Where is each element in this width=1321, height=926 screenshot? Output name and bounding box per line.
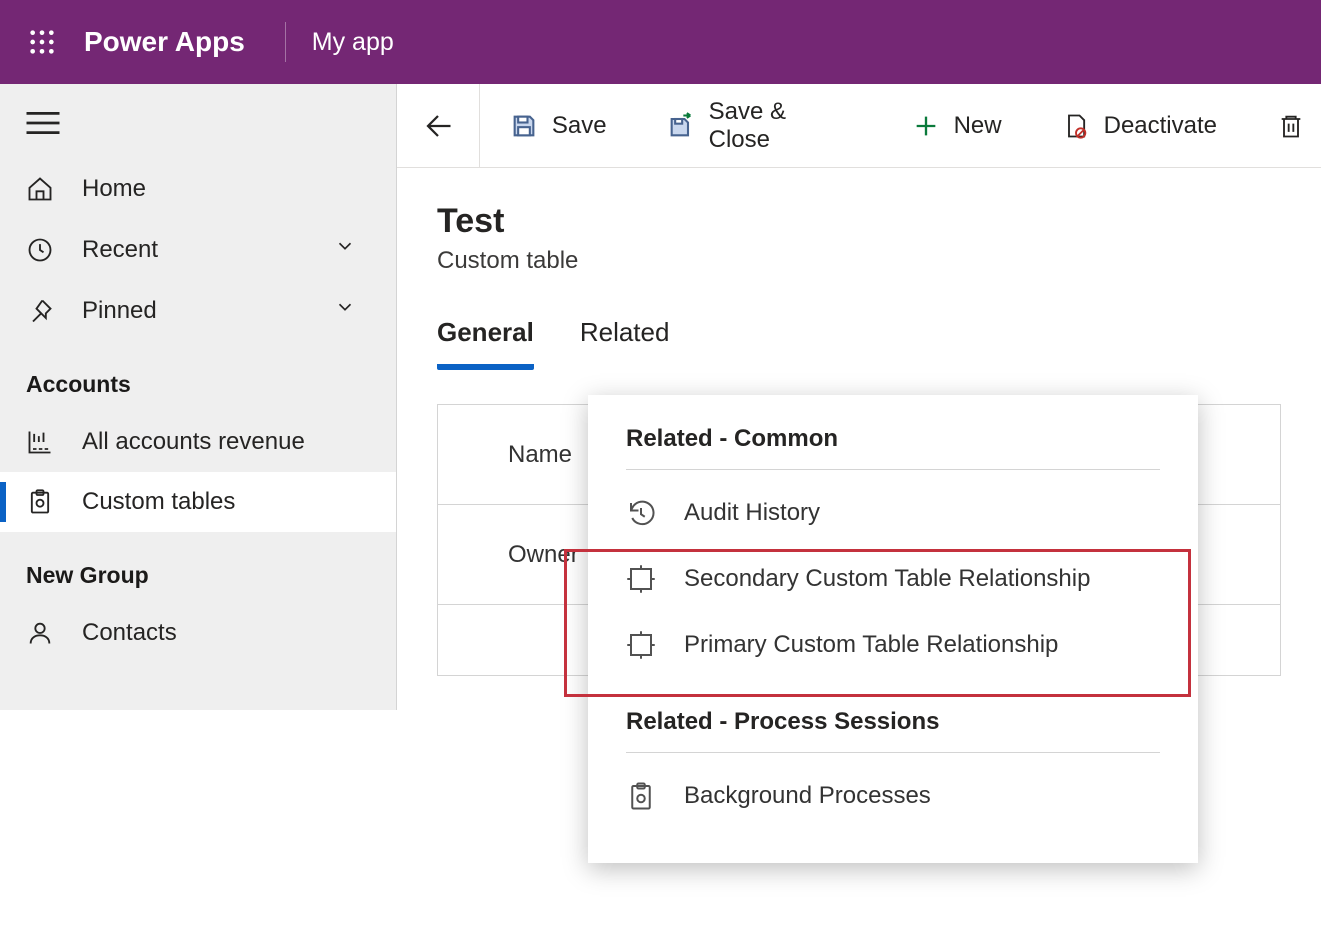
button-label: Save & Close (709, 98, 852, 154)
record-subtitle: Custom table (437, 247, 1281, 275)
app-launcher-button[interactable] (0, 0, 84, 84)
header-divider (285, 22, 286, 62)
chart-icon (26, 428, 54, 456)
flyout-background-processes[interactable]: Background Processes (626, 763, 1160, 829)
trash-icon (1277, 112, 1305, 140)
record-title: Test (437, 202, 1281, 241)
top-bar: Power Apps My app (0, 0, 1321, 84)
button-label: Deactivate (1104, 112, 1217, 140)
new-button[interactable]: New (882, 84, 1032, 167)
deactivate-icon (1062, 112, 1090, 140)
puzzle-icon (626, 564, 656, 594)
flyout-item-label: Background Processes (684, 782, 931, 810)
flyout-section-header: Related - Common (626, 425, 1160, 470)
save-button[interactable]: Save (480, 84, 637, 167)
nav-label: All accounts revenue (82, 428, 305, 456)
button-label: New (954, 112, 1002, 140)
save-close-icon (667, 112, 695, 140)
save-and-close-button[interactable]: Save & Close (637, 84, 882, 167)
main-area: Save Save & Close New Deactivate Test Cu… (397, 84, 1321, 710)
waffle-icon (28, 28, 56, 56)
flyout-item-label: Audit History (684, 499, 820, 527)
puzzle-icon (626, 630, 656, 660)
chevron-down-icon (334, 235, 356, 257)
flyout-section-header: Related - Process Sessions (626, 708, 1160, 753)
history-icon (626, 498, 656, 528)
tab-list: General Related (437, 317, 1281, 370)
back-button[interactable] (397, 84, 480, 167)
nav-all-accounts-revenue[interactable]: All accounts revenue (0, 412, 396, 472)
plus-icon (912, 112, 940, 140)
pin-icon (26, 297, 54, 325)
clock-icon (26, 236, 54, 264)
nav-group-header: Accounts (0, 341, 396, 412)
field-label: Owner (508, 541, 579, 569)
flyout-audit-history[interactable]: Audit History (626, 480, 1160, 546)
nav-label: Custom tables (82, 488, 235, 516)
clipboard-icon (26, 488, 54, 516)
brand-name[interactable]: Power Apps (84, 26, 285, 58)
deactivate-button[interactable]: Deactivate (1032, 84, 1247, 167)
hamburger-icon (26, 112, 60, 134)
nav-label: Recent (82, 236, 158, 264)
nav-pinned[interactable]: Pinned (0, 280, 396, 341)
nav-label: Contacts (82, 619, 177, 647)
nav-label: Home (82, 175, 146, 203)
nav-group-header: New Group (0, 532, 396, 603)
person-icon (26, 619, 54, 647)
delete-button[interactable] (1247, 84, 1321, 167)
command-bar: Save Save & Close New Deactivate (397, 84, 1321, 168)
field-label: Name (508, 441, 572, 469)
nav-home[interactable]: Home (0, 159, 396, 219)
save-icon (510, 112, 538, 140)
back-arrow-icon (423, 111, 453, 141)
app-name[interactable]: My app (312, 28, 394, 57)
left-sidebar: Home Recent Pinned Accounts All accounts… (0, 84, 397, 710)
related-flyout: Related - Common Audit History Secondary… (588, 395, 1198, 863)
flyout-secondary-relationship[interactable]: Secondary Custom Table Relationship (626, 546, 1160, 612)
nav-recent[interactable]: Recent (0, 219, 396, 280)
sidebar-collapse-button[interactable] (0, 98, 396, 159)
nav-custom-tables[interactable]: Custom tables (0, 472, 396, 532)
tab-general[interactable]: General (437, 317, 534, 370)
button-label: Save (552, 112, 607, 140)
chevron-down-icon (334, 296, 356, 318)
home-icon (26, 175, 54, 203)
flyout-primary-relationship[interactable]: Primary Custom Table Relationship (626, 612, 1160, 678)
nav-contacts[interactable]: Contacts (0, 603, 396, 663)
tab-related[interactable]: Related (580, 317, 670, 370)
flyout-item-label: Secondary Custom Table Relationship (684, 565, 1090, 593)
clipboard-gear-icon (626, 781, 656, 811)
nav-label: Pinned (82, 297, 157, 325)
flyout-item-label: Primary Custom Table Relationship (684, 631, 1058, 659)
